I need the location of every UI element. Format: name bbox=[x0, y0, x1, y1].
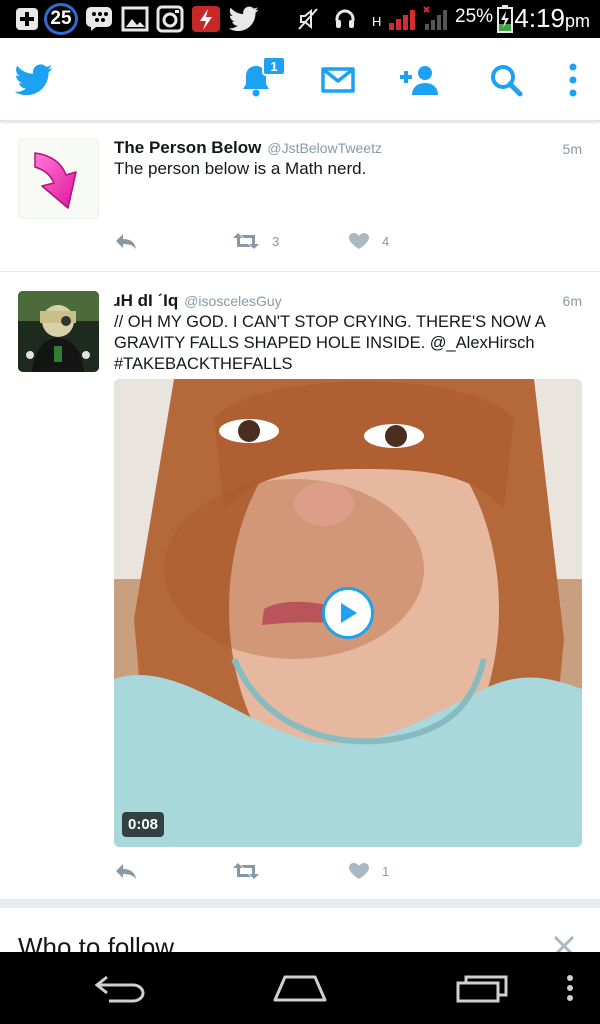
signal-no-service-icon bbox=[422, 5, 452, 33]
retweet-button[interactable]: 3 bbox=[232, 232, 279, 250]
avatar[interactable] bbox=[18, 291, 99, 372]
home-button[interactable] bbox=[270, 970, 330, 1006]
menu-button[interactable] bbox=[562, 970, 578, 1006]
back-arrow-icon bbox=[94, 975, 145, 1003]
app-bar: 1 bbox=[0, 38, 600, 122]
retweet-button[interactable] bbox=[232, 862, 272, 880]
reply-icon bbox=[116, 864, 136, 879]
tweet-author-handle[interactable]: @isoscelesGuy bbox=[184, 293, 281, 309]
tweet-text: The person below is a Math nerd. bbox=[114, 159, 367, 178]
twitter-logo-icon[interactable] bbox=[14, 58, 54, 102]
tweet-timestamp: 5m bbox=[562, 141, 582, 157]
reply-icon bbox=[116, 234, 136, 249]
twitter-status-icon bbox=[228, 5, 260, 33]
character-avatar-image bbox=[18, 291, 99, 372]
video-duration: 0:08 bbox=[122, 812, 165, 837]
tweet-card[interactable]: ɹH dI ˊIq @isoscelesGuy 6m // OH MY GOD. … bbox=[0, 272, 600, 900]
retweet-icon bbox=[233, 233, 259, 249]
dismiss-close-icon[interactable] bbox=[552, 934, 576, 952]
notification-count-badge: 25 bbox=[44, 3, 78, 35]
add-notification-icon bbox=[14, 5, 40, 33]
instagram-icon bbox=[155, 5, 185, 33]
avatar[interactable] bbox=[18, 138, 99, 219]
retweet-count: 3 bbox=[272, 233, 280, 249]
clock-suffix: pm bbox=[564, 11, 590, 31]
clock: 4:19pm bbox=[514, 3, 590, 34]
tweet-author-handle[interactable]: @JstBelowTweetz bbox=[267, 140, 382, 156]
signal-strength-icon bbox=[386, 5, 420, 33]
heart-icon bbox=[349, 863, 369, 879]
battery-percent: 25% bbox=[455, 6, 494, 27]
video-thumbnail[interactable]: 0:08 bbox=[114, 379, 582, 847]
like-count: 1 bbox=[382, 863, 390, 879]
retweet-icon bbox=[233, 863, 259, 879]
search-icon[interactable] bbox=[488, 58, 524, 102]
reply-button[interactable] bbox=[114, 232, 138, 250]
add-user-icon[interactable] bbox=[396, 58, 442, 102]
home-icon bbox=[273, 975, 327, 1002]
bbm-icon bbox=[84, 5, 114, 33]
section-divider bbox=[0, 900, 600, 908]
status-bar: 25 H 25% 4:19pm bbox=[0, 0, 600, 38]
gallery-icon bbox=[120, 5, 150, 33]
network-type-label: H bbox=[372, 14, 382, 29]
reply-button[interactable] bbox=[114, 862, 138, 880]
recent-apps-icon bbox=[456, 975, 508, 1003]
clock-time: 4:19 bbox=[514, 3, 565, 33]
mute-icon bbox=[296, 5, 320, 33]
tweet-text: // OH MY GOD. I CAN'T STOP CRYING. THERE… bbox=[114, 313, 545, 373]
headset-icon bbox=[332, 5, 358, 33]
like-count: 4 bbox=[382, 233, 390, 249]
overflow-dots-icon bbox=[567, 975, 573, 1001]
recent-apps-button[interactable] bbox=[452, 970, 512, 1006]
battery-charging-icon bbox=[495, 5, 515, 33]
tweet-author-name[interactable]: ɹH dI ˊIq bbox=[114, 291, 178, 310]
heart-icon bbox=[349, 233, 369, 249]
play-video-button[interactable] bbox=[322, 587, 374, 639]
like-button[interactable]: 4 bbox=[348, 232, 389, 250]
messages-envelope-icon[interactable] bbox=[320, 58, 356, 102]
tweet-author-name[interactable]: The Person Below bbox=[114, 138, 261, 157]
tweet-author[interactable]: The Person Below @JstBelowTweetz bbox=[114, 138, 382, 158]
like-button[interactable]: 1 bbox=[348, 862, 389, 880]
who-to-follow-title: Who to follow bbox=[18, 932, 175, 952]
flash-app-icon bbox=[190, 5, 222, 33]
tweet-author[interactable]: ɹH dI ˊIq @isoscelesGuy bbox=[114, 291, 282, 311]
back-button[interactable] bbox=[92, 970, 148, 1006]
tweet-timestamp: 6m bbox=[562, 293, 582, 309]
notifications-badge: 1 bbox=[262, 56, 286, 76]
play-icon bbox=[341, 603, 357, 623]
overflow-menu-icon[interactable] bbox=[564, 58, 582, 102]
android-nav-bar bbox=[0, 952, 600, 1024]
pink-arrow-avatar-icon bbox=[34, 152, 77, 209]
who-to-follow-section: Who to follow bbox=[0, 908, 600, 952]
tweet-card[interactable]: The Person Below @JstBelowTweetz 5m The p… bbox=[0, 124, 600, 272]
